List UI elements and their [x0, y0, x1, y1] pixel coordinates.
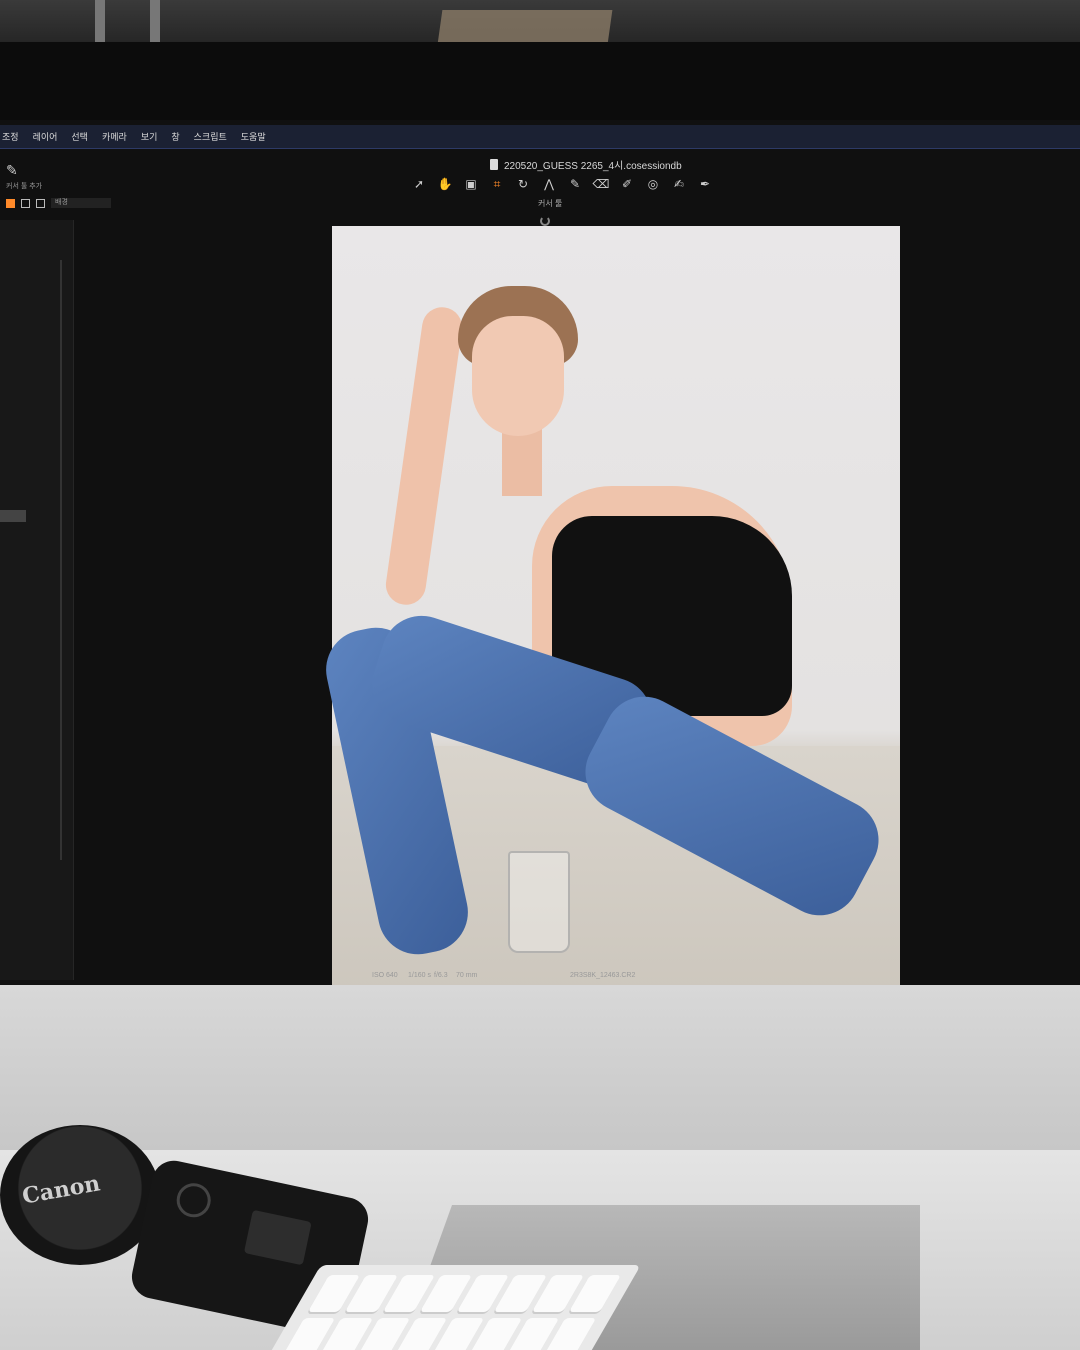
pointer-icon[interactable]: ➚: [410, 176, 428, 192]
photo-viewer[interactable]: [318, 226, 900, 985]
lens-cap-brand: Canon: [20, 1170, 103, 1210]
annotate-icon[interactable]: ✍: [670, 176, 688, 192]
cardboard-box: [437, 10, 613, 44]
cursor-tools: ✎ 커서 툴 추가: [6, 162, 126, 191]
grid-view-icon[interactable]: [6, 198, 15, 208]
model-arm: [383, 304, 465, 608]
menu-bar: 조정 레이어 선택 카메라 보기 창 스크립트 도움말: [0, 125, 1080, 149]
capture-one-window: 조정 레이어 선택 카메라 보기 창 스크립트 도움말 220520_GUESS 2265_4…: [0, 120, 1080, 985]
keystone-icon[interactable]: ⋀: [540, 176, 558, 192]
document-icon: [490, 158, 498, 170]
photo-filename: 2R3S8K_12463.CR2: [570, 972, 636, 979]
window-title: 220520_GUESS 2265_4시.cosessiondb: [504, 160, 682, 172]
crop-icon[interactable]: ⌗: [488, 176, 506, 192]
remote-dial-icon: [173, 1180, 214, 1221]
lens-cap: Canon: [0, 1125, 160, 1265]
tool-panel: [0, 220, 74, 980]
window-titlebar: 220520_GUESS 2265_4시.cosessiondb: [490, 156, 682, 172]
remote-screen: [243, 1209, 312, 1266]
exif-focal: 70 mm: [456, 972, 478, 979]
pen-icon[interactable]: ✒: [696, 176, 714, 192]
menu-item[interactable]: 조정: [2, 130, 19, 143]
brush-icon[interactable]: ✎: [566, 176, 584, 192]
background-select[interactable]: 배경: [51, 198, 111, 208]
water-glass: [508, 851, 570, 953]
color-picker-icon[interactable]: ✐: [618, 176, 636, 192]
cursor-tool-label: 커서 툴: [538, 199, 563, 208]
menu-item[interactable]: 레이어: [33, 130, 58, 143]
keyboard: [263, 1265, 641, 1350]
compare-view-icon[interactable]: [36, 198, 45, 208]
exif-shutter: 1/160 s: [408, 972, 431, 979]
panel-selected-row[interactable]: [0, 510, 26, 522]
panel-scrollbar[interactable]: [60, 260, 62, 860]
exif-iso: ISO 640: [372, 972, 398, 979]
hand-icon[interactable]: ✋: [436, 176, 454, 192]
model-face: [472, 316, 564, 436]
menu-item[interactable]: 카메라: [102, 130, 127, 143]
pen-icon[interactable]: ✎: [6, 162, 126, 179]
eraser-icon[interactable]: ⌫: [592, 176, 610, 192]
rotate-icon[interactable]: ↻: [514, 176, 532, 192]
spinner-icon: [540, 216, 550, 226]
cursor-toolbar: ➚ ✋ ▣ ⌗ ↻ ⋀ ✎ ⌫ ✐ ◎ ✍ ✒: [410, 176, 714, 192]
menu-item[interactable]: 선택: [71, 130, 88, 143]
menu-item[interactable]: 스크립트: [194, 130, 227, 143]
view-controls: 배경: [6, 198, 111, 208]
tool-caption: 커서 툴 추가: [6, 183, 43, 190]
menu-item[interactable]: 창: [171, 130, 179, 143]
model-neck: [502, 426, 542, 496]
spot-icon[interactable]: ◎: [644, 176, 662, 192]
single-view-icon[interactable]: [21, 198, 30, 208]
capture-icon[interactable]: ▣: [462, 176, 480, 192]
exif-aperture: f/6.3: [434, 972, 448, 979]
menu-item[interactable]: 보기: [141, 130, 158, 143]
menu-item[interactable]: 도움말: [241, 130, 266, 143]
